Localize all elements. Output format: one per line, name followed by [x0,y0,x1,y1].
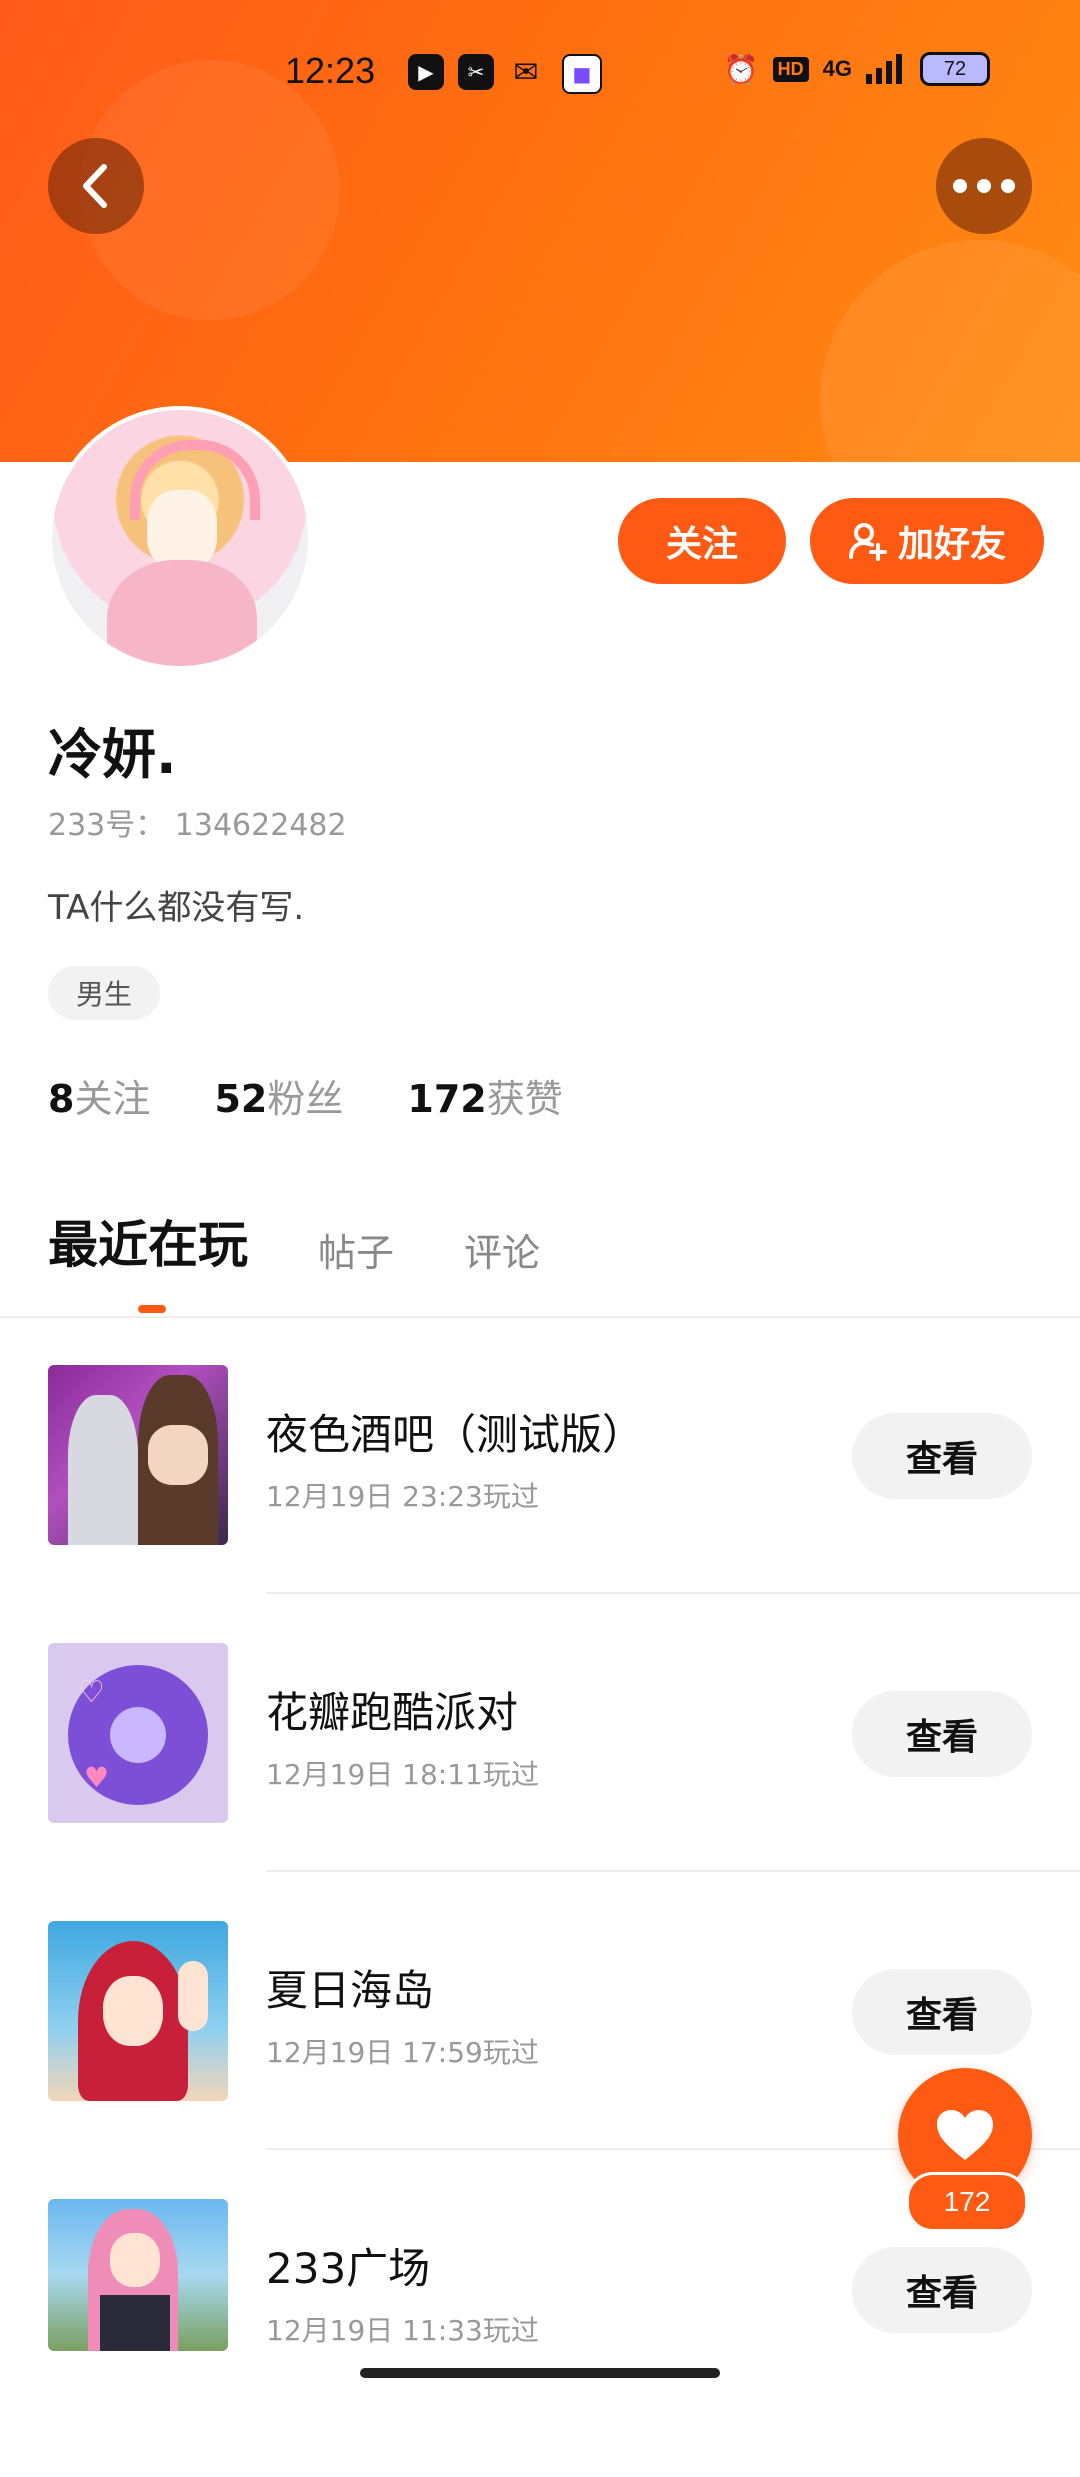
add-friend-label: 加好友 [897,524,1006,565]
stat-label: 关注 [74,1077,151,1121]
stat-num: 172 [407,1077,487,1121]
stat-label: 粉丝 [267,1077,344,1121]
battery-level: 72 [943,57,967,80]
tab-bar: 最近在玩 帖子 评论 [48,1205,540,1277]
tab-comments[interactable]: 评论 [464,1222,540,1277]
game-thumbnail [48,2199,228,2351]
chevron-left-icon [83,164,107,208]
hd-badge: HD [772,56,809,82]
stat-likes[interactable]: 172获赞 [407,1068,562,1123]
tab-posts[interactable]: 帖子 [318,1222,394,1277]
follow-label: 关注 [665,524,738,565]
view-button[interactable]: 查看 [852,1969,1032,2055]
status-right: ⏰ HD 4G 72 [724,52,990,86]
status-time: 12:23 [285,50,376,91]
game-time: 12月19日 23:23玩过 [266,1480,539,1513]
game-thumbnail [48,1365,228,1545]
gender-tag: 男生 [48,966,161,1020]
view-button[interactable]: 查看 [852,1413,1032,1499]
add-friend-button[interactable]: 加好友 [810,498,1044,584]
more-button[interactable] [936,138,1032,234]
stats: 8关注 52粉丝 172获赞 [48,1068,563,1123]
avatar[interactable] [52,410,308,666]
heart-icon [937,2110,993,2160]
game-time: 12月19日 11:33玩过 [266,2314,539,2347]
follow-button[interactable]: 关注 [618,498,786,584]
status-bar: 12:23 ▶ ✂ ✉ ■ ⏰ HD 4G 72 [0,40,1080,104]
app-square-icon: ■ [562,54,602,94]
signal-icon [866,54,902,84]
list-item[interactable]: 233广场 12月19日 11:33玩过 查看 [0,2199,1080,2477]
game-name: 233广场 [266,2244,431,2293]
divider [266,1592,1080,1594]
like-count: 172 [906,2172,1028,2232]
divider [0,1316,1080,1318]
game-name: 夜色酒吧（测试版） [266,1410,645,1459]
game-thumbnail [48,1921,228,2101]
nickname: 冷妍. [48,723,177,786]
stat-num: 52 [214,1077,268,1121]
game-thumbnail: ♡ ♥ [48,1643,228,1823]
game-name: 花瓣跑酷派对 [266,1688,519,1737]
view-button[interactable]: 查看 [852,1691,1032,1777]
add-user-icon [848,523,887,561]
home-indicator[interactable] [360,2368,720,2378]
alarm-icon: ⏰ [723,53,759,85]
user-id: 233号： 134622482 [48,808,347,843]
back-button[interactable] [48,138,144,234]
bio: TA什么都没有写. [48,888,305,928]
wechat-icon: ✉ [513,54,539,90]
game-name: 夏日海岛 [266,1966,435,2015]
stat-num: 8 [48,1077,75,1121]
capcut-icon: ✂ [458,54,494,90]
stat-following[interactable]: 8关注 [48,1068,150,1123]
battery-icon: 72 [920,52,990,86]
divider [266,1870,1080,1872]
list-item[interactable]: 夜色酒吧（测试版） 12月19日 23:23玩过 查看 [0,1365,1080,1643]
tab-active-indicator [138,1305,166,1313]
game-time: 12月19日 18:11玩过 [266,1758,539,1791]
more-dots-icon [953,179,1015,193]
view-button[interactable]: 查看 [852,2247,1032,2333]
list-item[interactable]: ♡ ♥ 花瓣跑酷派对 12月19日 18:11玩过 查看 [0,1643,1080,1921]
game-time: 12月19日 17:59玩过 [266,2036,539,2069]
network-label: 4G [822,56,852,81]
app-notification-icon: ▶ [408,54,444,90]
stat-label: 获赞 [486,1077,563,1121]
stat-fans[interactable]: 52粉丝 [214,1068,343,1123]
tab-recent-played[interactable]: 最近在玩 [48,1205,248,1277]
